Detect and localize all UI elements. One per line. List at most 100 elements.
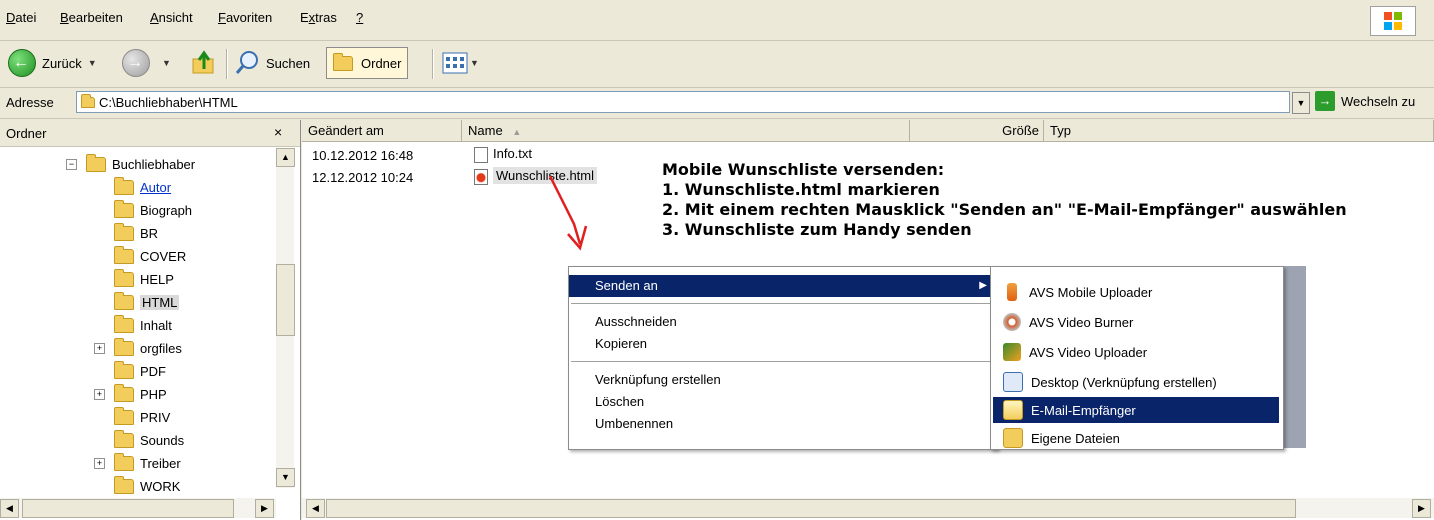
folder-tree-item[interactable]: WORK xyxy=(114,475,181,496)
scroll-thumb[interactable] xyxy=(22,499,234,518)
send-to-item-my-documents[interactable]: Eigene Dateien xyxy=(993,425,1279,449)
scroll-right-icon[interactable]: ▶ xyxy=(255,499,274,518)
chevron-down-icon[interactable]: ▼ xyxy=(162,58,171,68)
folders-icon xyxy=(333,52,353,71)
context-item-cut[interactable]: Ausschneiden xyxy=(569,311,995,333)
scroll-thumb[interactable] xyxy=(276,264,295,336)
folder-tree-item[interactable]: COVER xyxy=(114,245,186,266)
folder-tree-item[interactable]: orgfiles xyxy=(114,337,182,358)
scroll-thumb[interactable] xyxy=(326,499,1296,518)
context-item-create-shortcut[interactable]: Verknüpfung erstellen xyxy=(569,369,995,391)
menu-datei[interactable]: Datei xyxy=(6,10,36,25)
context-item-delete[interactable]: Löschen xyxy=(569,391,995,413)
menu-ansicht[interactable]: Ansicht xyxy=(150,10,193,25)
column-header-name-label: Name xyxy=(468,123,503,138)
file-row[interactable]: Info.txt xyxy=(474,146,532,163)
folder-tree-label: BR xyxy=(140,225,159,241)
column-header-type[interactable]: Typ xyxy=(1044,120,1434,142)
scroll-up-icon[interactable]: ▲ xyxy=(276,148,295,167)
scroll-left-icon[interactable]: ◀ xyxy=(306,499,325,518)
up-folder-button[interactable] xyxy=(190,49,218,77)
folder-icon xyxy=(81,94,95,108)
folder-tree-label: Treiber xyxy=(140,455,181,471)
folder-pane-horizontal-scrollbar[interactable]: ◀ ▶ xyxy=(0,498,276,518)
search-button[interactable]: Suchen xyxy=(234,49,310,77)
folder-icon xyxy=(114,406,134,425)
send-to-item-desktop[interactable]: Desktop (Verknüpfung erstellen) xyxy=(993,369,1279,395)
folder-tree-item[interactable]: Autor xyxy=(114,176,171,197)
forward-button[interactable]: → ▼ xyxy=(122,49,171,77)
submenu-backdrop xyxy=(1282,266,1306,448)
red-arrow-annotation-icon xyxy=(548,175,588,251)
submenu-arrow-icon: ▶ xyxy=(979,280,987,291)
address-value: C:\Buchliebhaber\HTML xyxy=(99,95,238,110)
folder-tree-item[interactable]: PDF xyxy=(114,360,166,381)
address-dropdown-button[interactable]: ▼ xyxy=(1292,92,1310,114)
send-to-item-email[interactable]: E-Mail-Empfänger xyxy=(993,397,1279,423)
upload-arrow-icon xyxy=(1007,283,1017,301)
send-to-item-avs-video-burner[interactable]: AVS Video Burner xyxy=(993,309,1279,335)
folder-tree-label: PHP xyxy=(140,386,167,402)
send-to-item-label: Desktop (Verknüpfung erstellen) xyxy=(1031,374,1217,390)
send-to-item-avs-video-uploader[interactable]: AVS Video Uploader xyxy=(993,339,1279,365)
sort-ascending-icon: ▲ xyxy=(512,127,522,137)
file-row-modified: 10.12.2012 16:48 xyxy=(312,148,414,163)
column-header-modified[interactable]: Geändert am xyxy=(302,120,462,142)
folder-tree-item[interactable]: PHP xyxy=(114,383,167,404)
folder-tree-scrollbar[interactable]: ▲ ▼ xyxy=(276,148,295,488)
menu-help[interactable]: ? xyxy=(356,10,363,25)
scroll-left-icon[interactable]: ◀ xyxy=(0,499,19,518)
collapse-icon[interactable]: − xyxy=(66,159,77,170)
expand-icon[interactable]: + xyxy=(94,389,105,400)
folder-tree-label: Buchliebhaber xyxy=(112,156,196,172)
menu-bearbeiten[interactable]: Bearbeiten xyxy=(60,10,123,25)
menu-separator xyxy=(571,303,993,304)
folder-tree-item[interactable]: Sounds xyxy=(114,429,184,450)
folder-tree-item[interactable]: Buchliebhaber xyxy=(86,153,196,174)
text-file-icon xyxy=(474,146,488,163)
file-name: Info.txt xyxy=(493,146,533,161)
folder-icon xyxy=(114,337,134,356)
context-item-rename[interactable]: Umbenennen xyxy=(569,413,995,435)
menu-favoriten[interactable]: Favoriten xyxy=(218,10,272,25)
context-item-send-to[interactable]: Senden an ▶ xyxy=(569,275,995,297)
chevron-down-icon[interactable]: ▼ xyxy=(88,58,97,68)
folder-tree-item[interactable]: Biograph xyxy=(114,199,192,220)
chevron-down-icon[interactable]: ▼ xyxy=(470,58,479,68)
column-header-size[interactable]: Größe xyxy=(910,120,1044,142)
column-header-name[interactable]: Name ▲ xyxy=(462,120,910,142)
menu-extras[interactable]: Extras xyxy=(300,10,337,25)
views-button[interactable]: ▼ xyxy=(442,49,479,77)
scroll-right-icon[interactable]: ▶ xyxy=(1412,499,1431,518)
go-button[interactable]: → Wechseln zu xyxy=(1315,91,1415,111)
folders-label: Ordner xyxy=(361,55,402,71)
folder-tree-item[interactable]: PRIV xyxy=(114,406,170,427)
folder-tree-item[interactable]: HELP xyxy=(114,268,174,289)
folder-tree-item[interactable]: BR xyxy=(114,222,159,243)
folder-tree-label: orgfiles xyxy=(140,340,182,356)
folder-tree-item[interactable]: HTML xyxy=(114,291,180,312)
menu-separator xyxy=(571,361,993,362)
context-item-label: Senden an xyxy=(595,278,658,293)
expand-icon[interactable]: + xyxy=(94,458,105,469)
folder-icon xyxy=(114,452,134,471)
close-icon[interactable]: × xyxy=(274,124,282,140)
folder-tree-label: PDF xyxy=(140,363,166,379)
folder-tree-label: HELP xyxy=(140,271,174,287)
back-button[interactable]: ← Zurück ▼ xyxy=(8,49,97,77)
folders-button[interactable]: Ordner xyxy=(326,47,409,79)
address-input[interactable]: C:\Buchliebhaber\HTML xyxy=(76,91,1290,113)
scroll-down-icon[interactable]: ▼ xyxy=(276,468,295,487)
search-label: Suchen xyxy=(266,55,311,71)
folder-tree-label: WORK xyxy=(140,478,181,494)
send-to-item-avs-mobile-uploader[interactable]: AVS Mobile Uploader xyxy=(993,279,1279,305)
folder-tree-item[interactable]: Treiber xyxy=(114,452,181,473)
context-item-copy[interactable]: Kopieren xyxy=(569,333,995,355)
folder-tree-item[interactable]: Inhalt xyxy=(114,314,172,335)
file-list-horizontal-scrollbar[interactable]: ◀ ▶ xyxy=(302,498,1434,518)
expand-icon[interactable]: + xyxy=(94,343,105,354)
folder-tree-label: HTML xyxy=(140,294,180,310)
instructions-annotation: Mobile Wunschliste versenden: 1. Wunschl… xyxy=(662,160,1347,240)
folder-pane-header: Ordner × xyxy=(0,120,300,147)
search-icon xyxy=(235,51,258,74)
